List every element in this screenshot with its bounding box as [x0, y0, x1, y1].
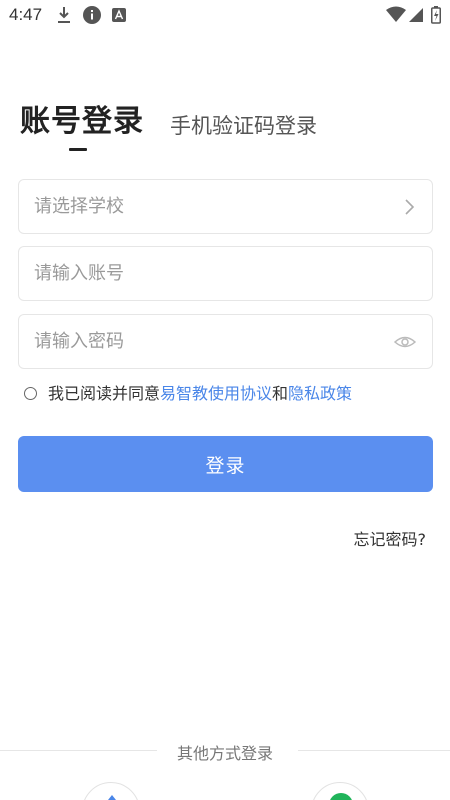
info-icon: [83, 6, 101, 24]
download-icon: [58, 7, 70, 23]
wechat-icon: [329, 793, 353, 800]
agreement-radio[interactable]: [24, 387, 37, 400]
other-login-label: 其他方式登录: [176, 744, 273, 763]
account-input[interactable]: [34, 247, 374, 300]
tab-account-login[interactable]: 账号登录: [20, 104, 144, 140]
account-field[interactable]: [18, 246, 433, 301]
password-input[interactable]: [34, 315, 374, 368]
login-button[interactable]: 登录: [18, 436, 433, 492]
agreement-and: 和: [272, 384, 289, 403]
divider-right: [298, 750, 450, 751]
forgot-password-link[interactable]: 忘记密码?: [354, 526, 427, 550]
privacy-link[interactable]: 隐私政策: [288, 384, 352, 403]
status-bar: 4:47: [0, 0, 450, 32]
tab-indicator: [69, 148, 87, 151]
agreement-prefix: 我已阅读并同意: [48, 384, 161, 403]
app-logo-icon: [104, 795, 120, 800]
other-login-option-1[interactable]: [82, 782, 140, 800]
password-field[interactable]: [18, 314, 433, 369]
terms-link[interactable]: 易智教使用协议: [160, 384, 272, 403]
tab-sms-login[interactable]: 手机验证码登录: [170, 108, 317, 144]
status-time: 4:47: [9, 5, 43, 24]
app-a-icon: [112, 8, 126, 22]
signal-icon: [409, 8, 423, 22]
chevron-right-icon: [405, 199, 415, 215]
battery-icon: [431, 6, 441, 24]
agreement-text: 我已阅读并同意易智教使用协议和隐私政策: [48, 382, 352, 406]
school-input[interactable]: [34, 180, 374, 233]
eye-icon[interactable]: [394, 332, 416, 352]
other-login-option-2[interactable]: [311, 782, 369, 800]
wifi-icon: [386, 6, 406, 22]
school-select[interactable]: [18, 179, 433, 234]
